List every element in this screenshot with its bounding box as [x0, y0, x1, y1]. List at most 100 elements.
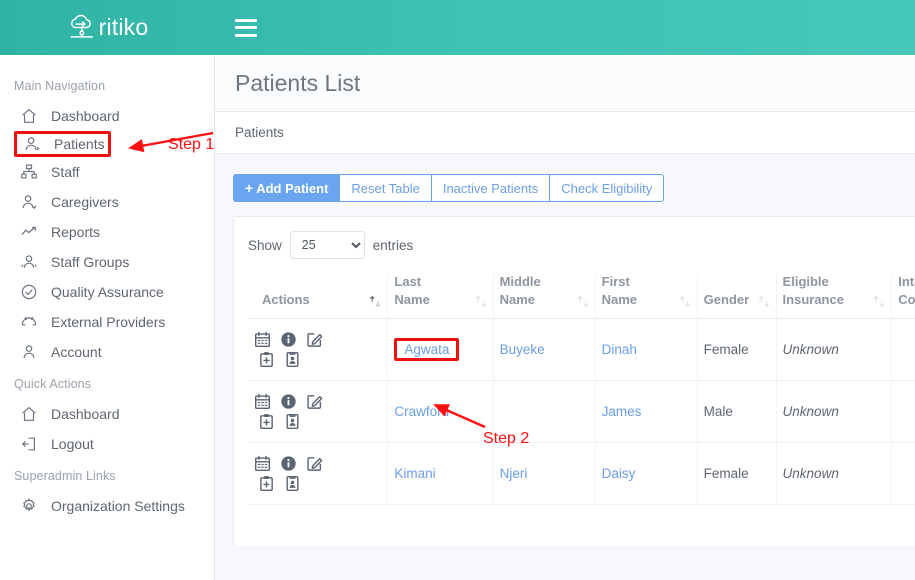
column-header-top: Last	[394, 273, 429, 291]
calendar-icon[interactable]	[254, 455, 271, 472]
hamburger-menu-icon[interactable]	[235, 19, 257, 37]
patient-eligible-insurance-cell: Unknown	[776, 319, 892, 381]
brand-logo[interactable]: ritiko	[0, 0, 215, 55]
id-badge-icon[interactable]	[284, 351, 301, 368]
sort-arrows-icon[interactable]	[873, 295, 885, 308]
patient-first-name-link[interactable]: Daisy	[602, 466, 636, 481]
patient-last-name-link[interactable]: Kimani	[394, 466, 435, 481]
page-header: Patients List	[215, 55, 915, 112]
sidebar-item-dashboard[interactable]: Dashboard	[0, 101, 214, 131]
sidebar-item-logout[interactable]: Logout	[0, 429, 214, 459]
info-circle-icon[interactable]	[280, 393, 297, 410]
column-header-eligible-insurance[interactable]: Eligible Insurance	[776, 273, 892, 319]
patient-last-name-cell[interactable]: Crawford	[388, 381, 493, 443]
table-row: Kimani Njeri Daisy Female Unknown	[248, 443, 915, 505]
patient-middle-name-cell[interactable]: Njeri	[493, 443, 595, 505]
sidebar-item-staff-groups[interactable]: Staff Groups	[0, 247, 214, 277]
add-patient-button[interactable]: + Add Patient	[233, 174, 340, 202]
sidebar-item-staff[interactable]: Staff	[0, 157, 214, 187]
patient-middle-name-link[interactable]: Buyeke	[500, 342, 545, 357]
patient-intake-complete-cell	[892, 381, 915, 443]
sidebar-item-quick-dashboard[interactable]: Dashboard	[0, 399, 214, 429]
patient-first-name-link[interactable]: Dinah	[602, 342, 637, 357]
column-header-gender[interactable]: Gender	[697, 273, 776, 319]
row-actions-cell	[248, 319, 388, 381]
sidebar-item-label: Caregivers	[51, 194, 119, 210]
sidebar-item-label: Quality Assurance	[51, 284, 164, 300]
patient-eligible-insurance-cell: Unknown	[776, 381, 892, 443]
sidebar-item-patients[interactable]: Patients	[14, 131, 111, 157]
column-header-label: Name	[602, 291, 637, 309]
sort-arrows-icon[interactable]	[758, 295, 770, 308]
column-header-top: Intak	[898, 273, 915, 291]
patient-first-name-cell[interactable]: Daisy	[595, 443, 697, 505]
column-header-last-name[interactable]: Last Name	[388, 273, 493, 319]
row-actions-cell	[248, 443, 388, 505]
patient-last-name-link[interactable]: Crawford	[394, 404, 449, 419]
home-icon	[20, 107, 38, 125]
sidebar-item-reports[interactable]: Reports	[0, 217, 214, 247]
inactive-patients-button[interactable]: Inactive Patients	[431, 174, 550, 202]
column-header-first-name[interactable]: First Name	[595, 273, 697, 319]
patient-first-name-cell[interactable]: James	[595, 381, 697, 443]
patient-last-name-cell[interactable]: Kimani	[388, 443, 493, 505]
sort-arrows-icon[interactable]	[577, 295, 589, 308]
column-header-label: Gender	[704, 291, 750, 309]
sidebar-item-label: Reports	[51, 224, 100, 240]
sidebar-item-label: Staff Groups	[51, 254, 129, 270]
column-header-label: Comp	[898, 291, 915, 309]
breadcrumb[interactable]: Patients	[235, 125, 284, 140]
reset-table-button[interactable]: Reset Table	[339, 174, 431, 202]
plus-icon: +	[245, 181, 253, 195]
column-header-label: Name	[500, 291, 541, 309]
check-eligibility-button[interactable]: Check Eligibility	[549, 174, 664, 202]
edit-square-icon[interactable]	[306, 331, 323, 348]
sort-arrows-icon[interactable]	[369, 295, 381, 308]
patients-table-panel: Show 25 entries	[233, 216, 915, 546]
edit-square-icon[interactable]	[306, 393, 323, 410]
patient-middle-name-link[interactable]: Njeri	[500, 466, 528, 481]
sidebar-item-external-providers[interactable]: External Providers	[0, 307, 214, 337]
sidebar-item-label: Organization Settings	[51, 498, 185, 514]
breadcrumb-bar: Patients	[215, 112, 915, 154]
sidebar-item-label: Dashboard	[51, 108, 120, 124]
show-entries-control: Show 25 entries	[248, 231, 915, 259]
patient-last-name-cell[interactable]: Agwata	[388, 319, 493, 381]
sort-arrows-icon[interactable]	[475, 295, 487, 308]
column-header-intake-complete[interactable]: Intak Comp	[892, 273, 915, 319]
info-circle-icon[interactable]	[280, 331, 297, 348]
entries-label: entries	[373, 238, 414, 253]
id-badge-icon[interactable]	[284, 413, 301, 430]
user-patient-icon	[23, 135, 41, 153]
patient-middle-name-cell[interactable]: Buyeke	[493, 319, 595, 381]
patient-intake-complete-cell	[892, 319, 915, 381]
step1-annotation-label: Step 1	[168, 136, 214, 154]
row-actions-cell	[248, 381, 388, 443]
clipboard-plus-icon[interactable]	[258, 351, 275, 368]
sidebar-item-quality-assurance[interactable]: Quality Assurance	[0, 277, 214, 307]
patient-gender-cell: Female	[697, 319, 776, 381]
patient-first-name-cell[interactable]: Dinah	[595, 319, 697, 381]
sort-arrows-icon[interactable]	[679, 295, 691, 308]
show-label: Show	[248, 238, 282, 253]
user-icon	[20, 343, 38, 361]
sidebar-item-caregivers[interactable]: Caregivers	[0, 187, 214, 217]
patient-last-name-agwata[interactable]: Agwata	[394, 338, 459, 361]
table-row: Crawford James Male Unknown	[248, 381, 915, 443]
id-badge-icon[interactable]	[284, 475, 301, 492]
entries-per-page-select[interactable]: 25	[290, 231, 365, 259]
info-circle-icon[interactable]	[280, 455, 297, 472]
calendar-icon[interactable]	[254, 393, 271, 410]
column-header-label: Name	[394, 291, 429, 309]
calendar-icon[interactable]	[254, 331, 271, 348]
patients-table: Actions Last Name	[248, 273, 915, 505]
edit-square-icon[interactable]	[306, 455, 323, 472]
page-title: Patients List	[235, 70, 360, 97]
column-header-middle-name[interactable]: Middle Name	[493, 273, 595, 319]
clipboard-plus-icon[interactable]	[258, 475, 275, 492]
sidebar-item-organization-settings[interactable]: Organization Settings	[0, 491, 214, 521]
column-header-actions[interactable]: Actions	[248, 273, 388, 319]
sidebar-item-account[interactable]: Account	[0, 337, 214, 367]
clipboard-plus-icon[interactable]	[258, 413, 275, 430]
patient-first-name-link[interactable]: James	[602, 404, 642, 419]
